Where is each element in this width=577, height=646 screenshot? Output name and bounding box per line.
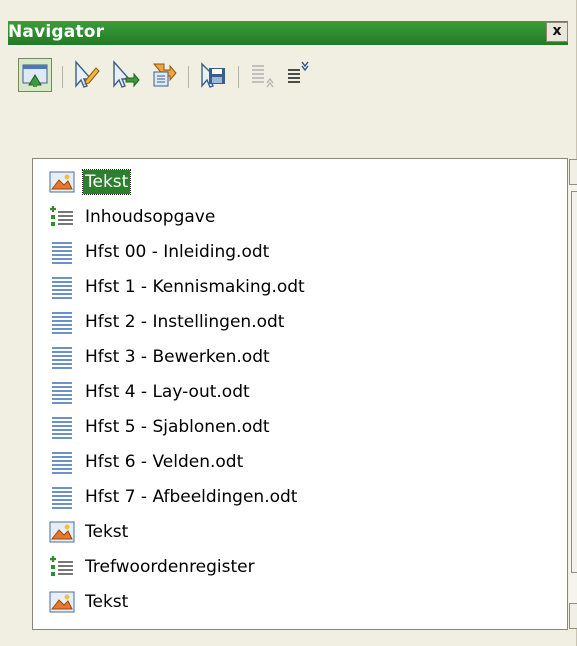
document-icon — [47, 482, 77, 512]
tree-item-label: Hfst 5 - Sjablonen.odt — [85, 417, 270, 437]
index-icon — [47, 552, 77, 582]
tree-item[interactable]: Tekst — [47, 165, 132, 199]
scroll-down-arrow-icon — [570, 604, 577, 628]
navigator-toggle-icon — [22, 64, 48, 87]
section-icon — [47, 587, 77, 617]
scroll-thumb[interactable] — [571, 191, 577, 573]
tree-item-label: Hfst 1 - Kennismaking.odt — [85, 277, 305, 297]
tree-item[interactable]: Hfst 6 - Velden.odt — [47, 445, 245, 479]
tree-item-label: Inhoudsopgave — [85, 207, 216, 227]
tree-item-label: Hfst 00 - Inleiding.odt — [85, 242, 270, 262]
tree-item[interactable]: Hfst 3 - Bewerken.odt — [47, 340, 272, 374]
close-button[interactable]: x — [546, 22, 568, 42]
window-title: Navigator — [8, 22, 105, 42]
demote-chapter-icon — [288, 61, 309, 83]
tree-item[interactable]: Hfst 7 - Afbeeldingen.odt — [47, 480, 299, 514]
edit-button[interactable] — [70, 58, 104, 92]
navigator-tree[interactable]: Tekst Inhoudsopgave Hfst 00 - Inleiding.od… — [32, 158, 577, 630]
toolbar-separator — [188, 66, 189, 88]
index-icon — [47, 202, 77, 232]
section-icon — [47, 167, 77, 197]
tree-item[interactable]: Hfst 1 - Kennismaking.odt — [47, 270, 307, 304]
tree-item-label: Tekst — [85, 592, 129, 612]
navigator-window: Navigator x Tekst Inhoudsopgave Hfst 00 … — [0, 0, 577, 646]
save-as-icon — [201, 62, 225, 88]
document-icon — [47, 342, 77, 372]
insert-icon — [152, 63, 177, 87]
tree-item-label: Hfst 2 - Instellingen.odt — [85, 312, 285, 332]
document-icon — [47, 307, 77, 337]
toolbar-separator — [238, 66, 239, 88]
tree-item[interactable]: Hfst 5 - Sjablonen.odt — [47, 410, 272, 444]
section-icon — [47, 517, 77, 547]
tree-item-label: Tekst — [85, 522, 129, 542]
tree-item-label: Hfst 6 - Velden.odt — [85, 452, 244, 472]
document-icon — [47, 447, 77, 477]
tree-item-label: Hfst 4 - Lay-out.odt — [85, 382, 250, 402]
edit-link-icon — [113, 60, 140, 88]
tree-item[interactable]: Tekst — [47, 515, 130, 549]
edit-icon — [75, 60, 100, 88]
save-as-button[interactable] — [196, 58, 230, 92]
toolbar-separator — [62, 66, 63, 88]
tree-item[interactable]: Hfst 4 - Lay-out.odt — [47, 375, 252, 409]
scroll-up-button[interactable] — [569, 159, 577, 185]
navigator-toggle-button[interactable] — [18, 58, 52, 92]
demote-chapter-button[interactable] — [282, 58, 316, 92]
edit-link-button[interactable] — [108, 58, 142, 92]
promote-chapter-button[interactable] — [246, 58, 280, 92]
document-icon — [47, 377, 77, 407]
document-icon — [47, 237, 77, 267]
tree-item[interactable]: Tekst — [47, 585, 130, 619]
scroll-track[interactable] — [569, 185, 577, 603]
promote-chapter-icon — [252, 65, 274, 88]
scroll-up-arrow-icon — [570, 160, 577, 184]
tree-item[interactable]: Inhoudsopgave — [47, 200, 217, 234]
vertical-scrollbar[interactable] — [569, 159, 577, 629]
tree-item-label: Trefwoordenregister — [85, 557, 255, 577]
toolbar — [8, 52, 568, 104]
tree-item[interactable]: Hfst 00 - Inleiding.odt — [47, 235, 271, 269]
tree-item-label: Hfst 7 - Afbeeldingen.odt — [85, 487, 298, 507]
tree-item[interactable]: Hfst 2 - Instellingen.odt — [47, 305, 286, 339]
document-icon — [47, 412, 77, 442]
insert-button[interactable] — [146, 58, 180, 92]
tree-item-label: Tekst — [81, 169, 132, 195]
scroll-down-button[interactable] — [569, 603, 577, 629]
document-icon — [47, 272, 77, 302]
tree-item-label: Hfst 3 - Bewerken.odt — [85, 347, 270, 367]
tree-item[interactable]: Trefwoordenregister — [47, 550, 257, 584]
title-bar: Navigator x — [8, 21, 568, 45]
